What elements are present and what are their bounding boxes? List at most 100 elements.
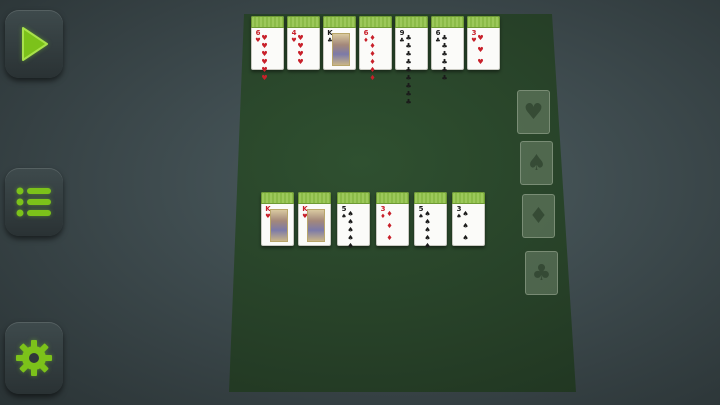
settings-button[interactable] (5, 322, 63, 394)
suit-pip: ♠ (347, 226, 354, 234)
playing-card[interactable]: 6 ♣ ♣ ♣ ♣ ♣ ♣ ♣ (431, 16, 464, 82)
suit-pip: ♥ (261, 74, 268, 82)
suit-pip: ♠ (424, 234, 431, 242)
card-back-stack (414, 192, 447, 204)
suit-pip: ♣ (405, 50, 412, 58)
foundation-slot[interactable]: ♥ (517, 90, 550, 134)
playing-card[interactable]: 4 ♥ ♥ ♥ ♥ ♥ (287, 16, 320, 70)
suit-pip: ♣ (441, 58, 448, 66)
card-pips: ♥ ♥ ♥ ♥ ♥ ♥ (260, 34, 277, 82)
court-card-portrait (332, 33, 350, 66)
card-back-stack (431, 16, 464, 28)
suit-pip: ♠ (347, 218, 354, 226)
card-back-stack (298, 192, 331, 204)
suit-pip: ♥ (261, 66, 268, 74)
playing-card[interactable]: 6 ♥ ♥ ♥ ♥ ♥ ♥ ♥ (251, 16, 284, 82)
card-back-stack (287, 16, 320, 28)
card-back-stack (376, 192, 409, 204)
suit-pip: ♥ (477, 34, 484, 42)
suit-pip: ♥ (297, 58, 304, 66)
suit-pip: ♦ (369, 50, 376, 58)
suit-pip: ♠ (462, 222, 469, 230)
suit-pip: ♣ (405, 42, 412, 50)
foundation-suit-icon: ♣ (531, 260, 552, 286)
card-pips: ♠ ♠ ♠ (461, 210, 478, 242)
suit-pip: ♠ (347, 242, 354, 250)
card-pips: ♥ ♥ ♥ (476, 34, 493, 66)
suit-pip: ♠ (424, 242, 431, 250)
suit-pip: ♦ (386, 210, 393, 218)
foundation-slot[interactable]: ♠ (520, 141, 553, 185)
play-button[interactable] (5, 10, 63, 78)
playing-card[interactable]: 5 ♠ ♠ ♠ ♠ ♠ ♠ (414, 192, 447, 250)
suit-pip: ♥ (261, 50, 268, 58)
suit-pip: ♦ (369, 42, 376, 50)
suit-pip: ♦ (369, 58, 376, 66)
playing-card[interactable]: 9 ♣ ♣ ♣ ♣ ♣ ♣ ♣ ♣ ♣ ♣ (395, 16, 428, 106)
card-back-stack (452, 192, 485, 204)
playing-card[interactable]: K ♣ (323, 16, 356, 70)
suit-pip: ♠ (462, 234, 469, 242)
suit-pip: ♥ (261, 58, 268, 66)
suit-pip: ♣ (405, 90, 412, 98)
suit-pip: ♣ (441, 74, 448, 82)
suit-pip: ♣ (441, 50, 448, 58)
suit-pip: ♥ (297, 34, 304, 42)
card-back-stack (395, 16, 428, 28)
suit-pip: ♥ (261, 34, 268, 42)
suit-pip: ♣ (441, 66, 448, 74)
card-back-stack (337, 192, 370, 204)
foundation-suit-icon: ♦ (528, 203, 549, 229)
suit-pip: ♣ (405, 66, 412, 74)
menu-button[interactable] (5, 168, 63, 236)
foundation-slot[interactable]: ♦ (522, 194, 555, 238)
foundation-suit-icon: ♠ (526, 150, 547, 176)
card-pips: ♥ ♥ ♥ ♥ (296, 34, 313, 66)
card-pips: ♣ ♣ ♣ ♣ ♣ ♣ ♣ ♣ ♣ (404, 34, 421, 106)
suit-pip: ♣ (405, 34, 412, 42)
foundation-suit-icon: ♥ (523, 99, 544, 125)
playing-card[interactable]: K ♥ (298, 192, 331, 246)
suit-pip: ♠ (462, 210, 469, 218)
suit-pip: ♣ (405, 58, 412, 66)
card-pips: ♦ ♦ ♦ ♦ ♦ ♦ (368, 34, 385, 82)
suit-pip: ♣ (405, 98, 412, 106)
foundation-slot[interactable]: ♣ (525, 251, 558, 295)
suit-pip: ♥ (477, 46, 484, 54)
suit-pip: ♦ (369, 66, 376, 74)
suit-pip: ♦ (369, 74, 376, 82)
card-back-stack (261, 192, 294, 204)
suit-pip: ♠ (424, 210, 431, 218)
card-back-stack (323, 16, 356, 28)
suit-pip: ♠ (347, 210, 354, 218)
card-back-stack (467, 16, 500, 28)
suit-pip: ♣ (441, 34, 448, 42)
suit-pip: ♦ (369, 34, 376, 42)
suit-pip: ♠ (424, 218, 431, 226)
playing-card[interactable]: K ♥ (261, 192, 294, 246)
suit-pip: ♥ (297, 50, 304, 58)
playing-card[interactable]: 3 ♥ ♥ ♥ ♥ (467, 16, 500, 70)
playing-card[interactable]: 3 ♦ ♦ ♦ ♦ (376, 192, 409, 246)
suit-pip: ♥ (261, 42, 268, 50)
gear-icon (16, 340, 52, 376)
card-pips: ♠ ♠ ♠ ♠ ♠ (423, 210, 440, 250)
suit-pip: ♣ (441, 42, 448, 50)
court-card-portrait (307, 209, 325, 242)
suit-pip: ♥ (297, 42, 304, 50)
playing-card[interactable]: 3 ♠ ♠ ♠ ♠ (452, 192, 485, 246)
list-menu-icon (16, 187, 51, 217)
court-card-portrait (270, 209, 288, 242)
suit-pip: ♠ (424, 226, 431, 234)
suit-pip: ♣ (405, 82, 412, 90)
suit-pip: ♣ (405, 74, 412, 82)
play-icon (22, 27, 48, 61)
playing-card[interactable]: 6 ♦ ♦ ♦ ♦ ♦ ♦ ♦ (359, 16, 392, 82)
playing-card[interactable]: 5 ♠ ♠ ♠ ♠ ♠ ♠ (337, 192, 370, 250)
card-pips: ♦ ♦ ♦ (385, 210, 402, 242)
suit-pip: ♦ (386, 222, 393, 230)
card-pips: ♣ ♣ ♣ ♣ ♣ ♣ (440, 34, 457, 82)
card-back-stack (251, 16, 284, 28)
suit-pip: ♠ (347, 234, 354, 242)
card-pips: ♠ ♠ ♠ ♠ ♠ (346, 210, 363, 250)
